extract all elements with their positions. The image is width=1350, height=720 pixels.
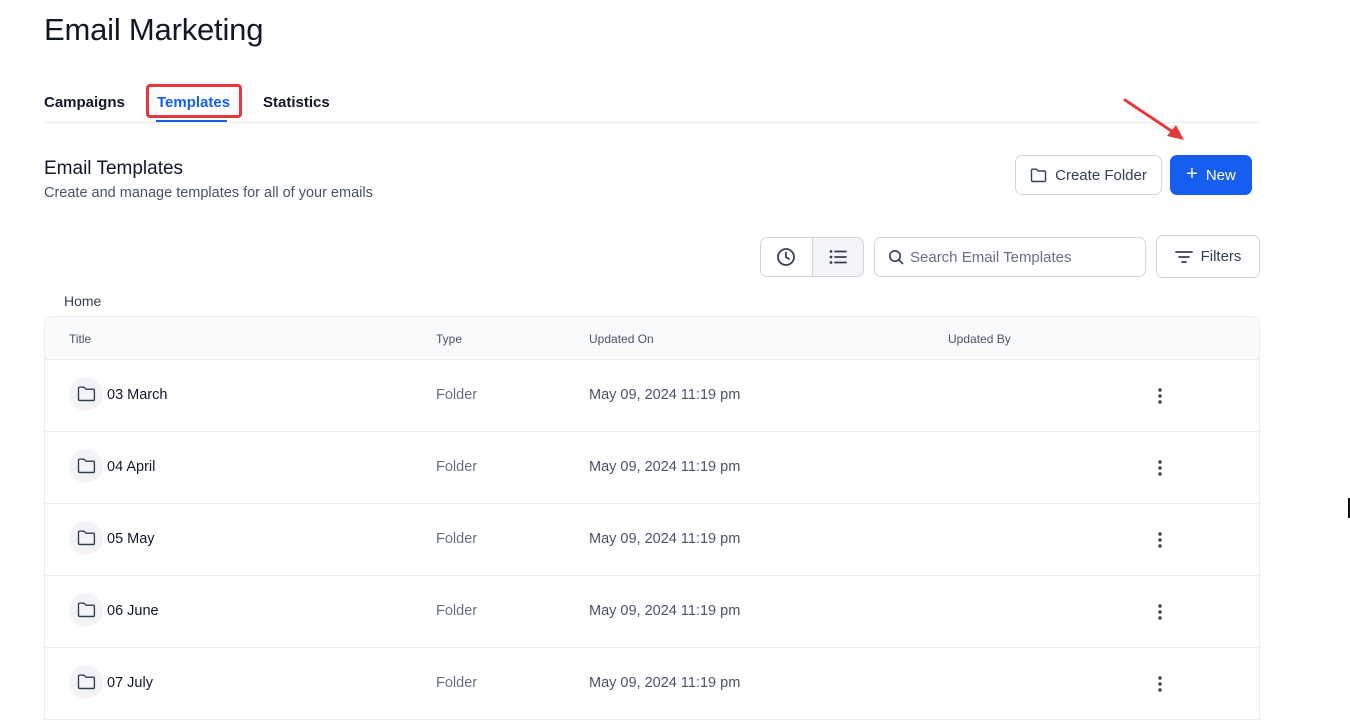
- row-updated-on: May 09, 2024 11:19 pm: [589, 603, 741, 619]
- list-view-button[interactable]: [811, 238, 863, 276]
- more-vertical-icon[interactable]: [1145, 669, 1175, 699]
- search-icon: [889, 250, 904, 265]
- new-label: New: [1205, 166, 1236, 184]
- table-row[interactable]: 06 June Folder May 09, 2024 11:19 pm: [45, 576, 1259, 648]
- row-type: Folder: [436, 387, 478, 403]
- view-toggle: [760, 237, 864, 277]
- list-icon: [829, 250, 847, 264]
- tab-bar: Campaigns Templates Statistics: [44, 84, 1260, 123]
- more-vertical-icon[interactable]: [1145, 381, 1175, 411]
- row-title[interactable]: 06 June: [107, 603, 159, 619]
- table-row[interactable]: 07 July Folder May 09, 2024 11:19 pm: [45, 648, 1259, 720]
- table-row[interactable]: 05 May Folder May 09, 2024 11:19 pm: [45, 504, 1259, 576]
- more-vertical-icon[interactable]: [1145, 453, 1175, 483]
- table-header: Title Type Updated On Updated By: [45, 317, 1259, 360]
- tab-campaigns[interactable]: Campaigns: [44, 94, 125, 111]
- row-type: Folder: [436, 531, 478, 547]
- section-subtitle: Create and manage templates for all of y…: [44, 185, 373, 201]
- row-updated-on: May 09, 2024 11:19 pm: [589, 459, 741, 475]
- header-updated-on[interactable]: Updated On: [589, 332, 654, 346]
- new-button[interactable]: + New: [1170, 155, 1252, 195]
- row-type: Folder: [436, 459, 478, 475]
- section-title: Email Templates: [44, 158, 184, 179]
- filters-button[interactable]: Filters: [1156, 235, 1260, 278]
- folder-icon: [69, 449, 103, 483]
- create-folder-label: Create Folder: [1055, 166, 1147, 184]
- folder-icon: [69, 665, 103, 699]
- page-title: Email Marketing: [44, 12, 264, 47]
- folder-icon: [1030, 168, 1047, 182]
- more-vertical-icon[interactable]: [1145, 597, 1175, 627]
- clock-icon: [777, 248, 796, 266]
- plus-icon: +: [1186, 163, 1198, 185]
- tab-templates[interactable]: Templates: [157, 94, 230, 111]
- folder-icon: [69, 593, 103, 627]
- row-updated-on: May 09, 2024 11:19 pm: [589, 387, 741, 403]
- folder-icon: [69, 377, 103, 411]
- search-input[interactable]: [910, 248, 1130, 266]
- row-title[interactable]: 05 May: [107, 531, 155, 547]
- row-updated-on: May 09, 2024 11:19 pm: [589, 531, 741, 547]
- filters-label: Filters: [1200, 248, 1242, 265]
- tab-statistics[interactable]: Statistics: [263, 94, 330, 111]
- create-folder-button[interactable]: Create Folder: [1015, 155, 1162, 195]
- row-type: Folder: [436, 675, 478, 691]
- filter-icon: [1174, 250, 1193, 263]
- header-title[interactable]: Title: [69, 332, 91, 346]
- header-type[interactable]: Type: [436, 332, 462, 346]
- row-updated-on: May 09, 2024 11:19 pm: [589, 675, 741, 691]
- table-row[interactable]: 03 March Folder May 09, 2024 11:19 pm: [45, 360, 1259, 432]
- more-vertical-icon[interactable]: [1145, 525, 1175, 555]
- table-row[interactable]: 04 April Folder May 09, 2024 11:19 pm: [45, 432, 1259, 504]
- recent-view-button[interactable]: [761, 238, 812, 276]
- row-title[interactable]: 03 March: [107, 387, 167, 403]
- folder-icon: [69, 521, 103, 555]
- active-tab-indicator: [156, 120, 227, 122]
- templates-table: Title Type Updated On Updated By 03 Marc…: [44, 316, 1260, 720]
- header-updated-by[interactable]: Updated By: [948, 332, 1011, 346]
- breadcrumb-home[interactable]: Home: [64, 293, 101, 309]
- row-type: Folder: [436, 603, 478, 619]
- search-box: [874, 237, 1146, 277]
- row-title[interactable]: 04 April: [107, 459, 155, 475]
- row-title[interactable]: 07 July: [107, 675, 153, 691]
